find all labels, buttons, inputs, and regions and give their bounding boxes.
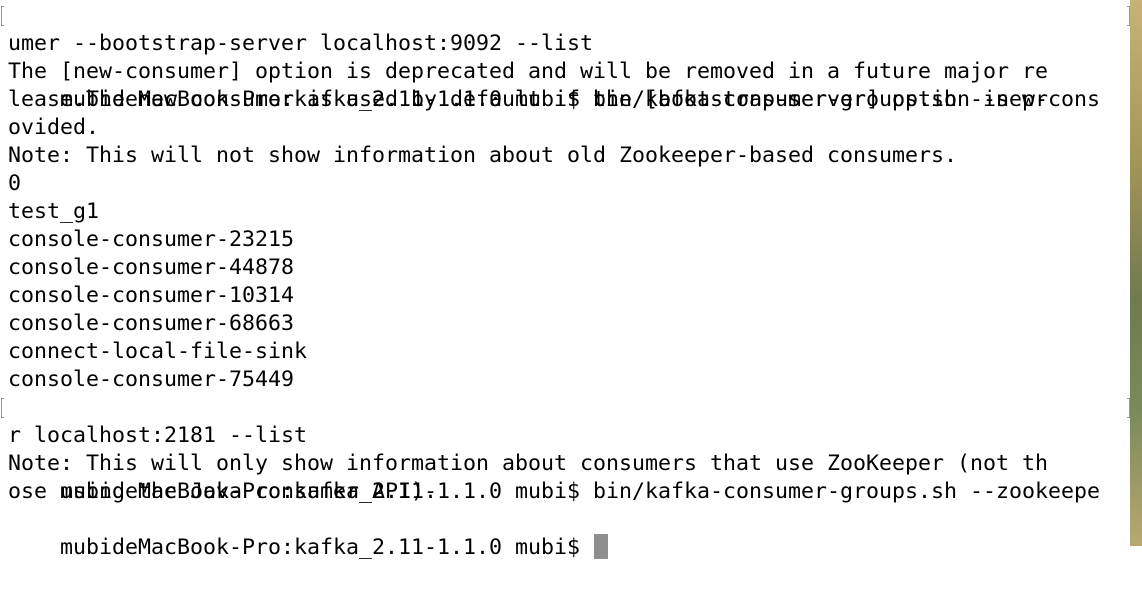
command-line: mubideMacBook-Pro:kafka_2.11-1.1.0 mubi$…	[0, 394, 1130, 504]
command-mark-left	[1, 6, 4, 26]
line-text: ovided.	[8, 115, 100, 140]
line-text: 0	[8, 171, 22, 196]
line-text: console-consumer-23215	[8, 227, 295, 252]
text-cursor	[594, 534, 609, 559]
output-line: Note: This will not show information abo…	[0, 142, 1130, 170]
output-line: console-consumer-75449	[0, 366, 1130, 394]
output-line: Note: This will only show information ab…	[0, 450, 1130, 478]
line-text: lease.The new consumer is used by defaul…	[8, 87, 1049, 112]
output-line: console-consumer-10314	[0, 282, 1130, 310]
line-text: umer --bootstrap-server localhost:9092 -…	[8, 31, 594, 56]
output-line: connect-local-file-sink	[0, 338, 1130, 366]
line-text: console-consumer-44878	[8, 255, 295, 280]
output-line: test_g1	[0, 198, 1130, 226]
output-line: r localhost:2181 --list	[0, 422, 1130, 450]
output-line: umer --bootstrap-server localhost:9092 -…	[0, 30, 1130, 58]
line-text: The [new-consumer] option is deprecated …	[8, 59, 1049, 84]
output-line: console-consumer-68663	[0, 310, 1130, 338]
line-text: console-consumer-75449	[8, 367, 295, 392]
command-line: mubideMacBook-Pro:kafka_2.11-1.1.0 mubi$…	[0, 2, 1130, 112]
terminal-window[interactable]: mubideMacBook-Pro:kafka_2.11-1.1.0 mubi$…	[0, 0, 1130, 560]
desktop-wallpaper-edge	[1130, 0, 1142, 546]
line-text: ose using the Java consumer API).	[8, 479, 438, 504]
line-text: mubideMacBook-Pro:kafka_2.11-1.1.0 mubi$	[60, 535, 594, 560]
line-text: console-consumer-68663	[8, 311, 295, 336]
prompt-line[interactable]: mubideMacBook-Pro:kafka_2.11-1.1.0 mubi$	[0, 506, 1130, 560]
command-mark-left	[1, 398, 4, 418]
line-text: connect-local-file-sink	[8, 339, 308, 364]
output-line: ose using the Java consumer API).	[0, 478, 1130, 506]
output-line: The [new-consumer] option is deprecated …	[0, 58, 1130, 86]
line-text: Note: This will not show information abo…	[8, 143, 958, 168]
line-text: test_g1	[8, 199, 100, 224]
line-text: r localhost:2181 --list	[8, 423, 308, 448]
output-line: 0	[0, 170, 1130, 198]
output-line: ovided.	[0, 114, 1130, 142]
output-line: console-consumer-23215	[0, 226, 1130, 254]
output-line: console-consumer-44878	[0, 254, 1130, 282]
line-text: Note: This will only show information ab…	[8, 451, 1049, 476]
output-line: lease.The new consumer is used by defaul…	[0, 86, 1130, 114]
line-text: console-consumer-10314	[8, 283, 295, 308]
